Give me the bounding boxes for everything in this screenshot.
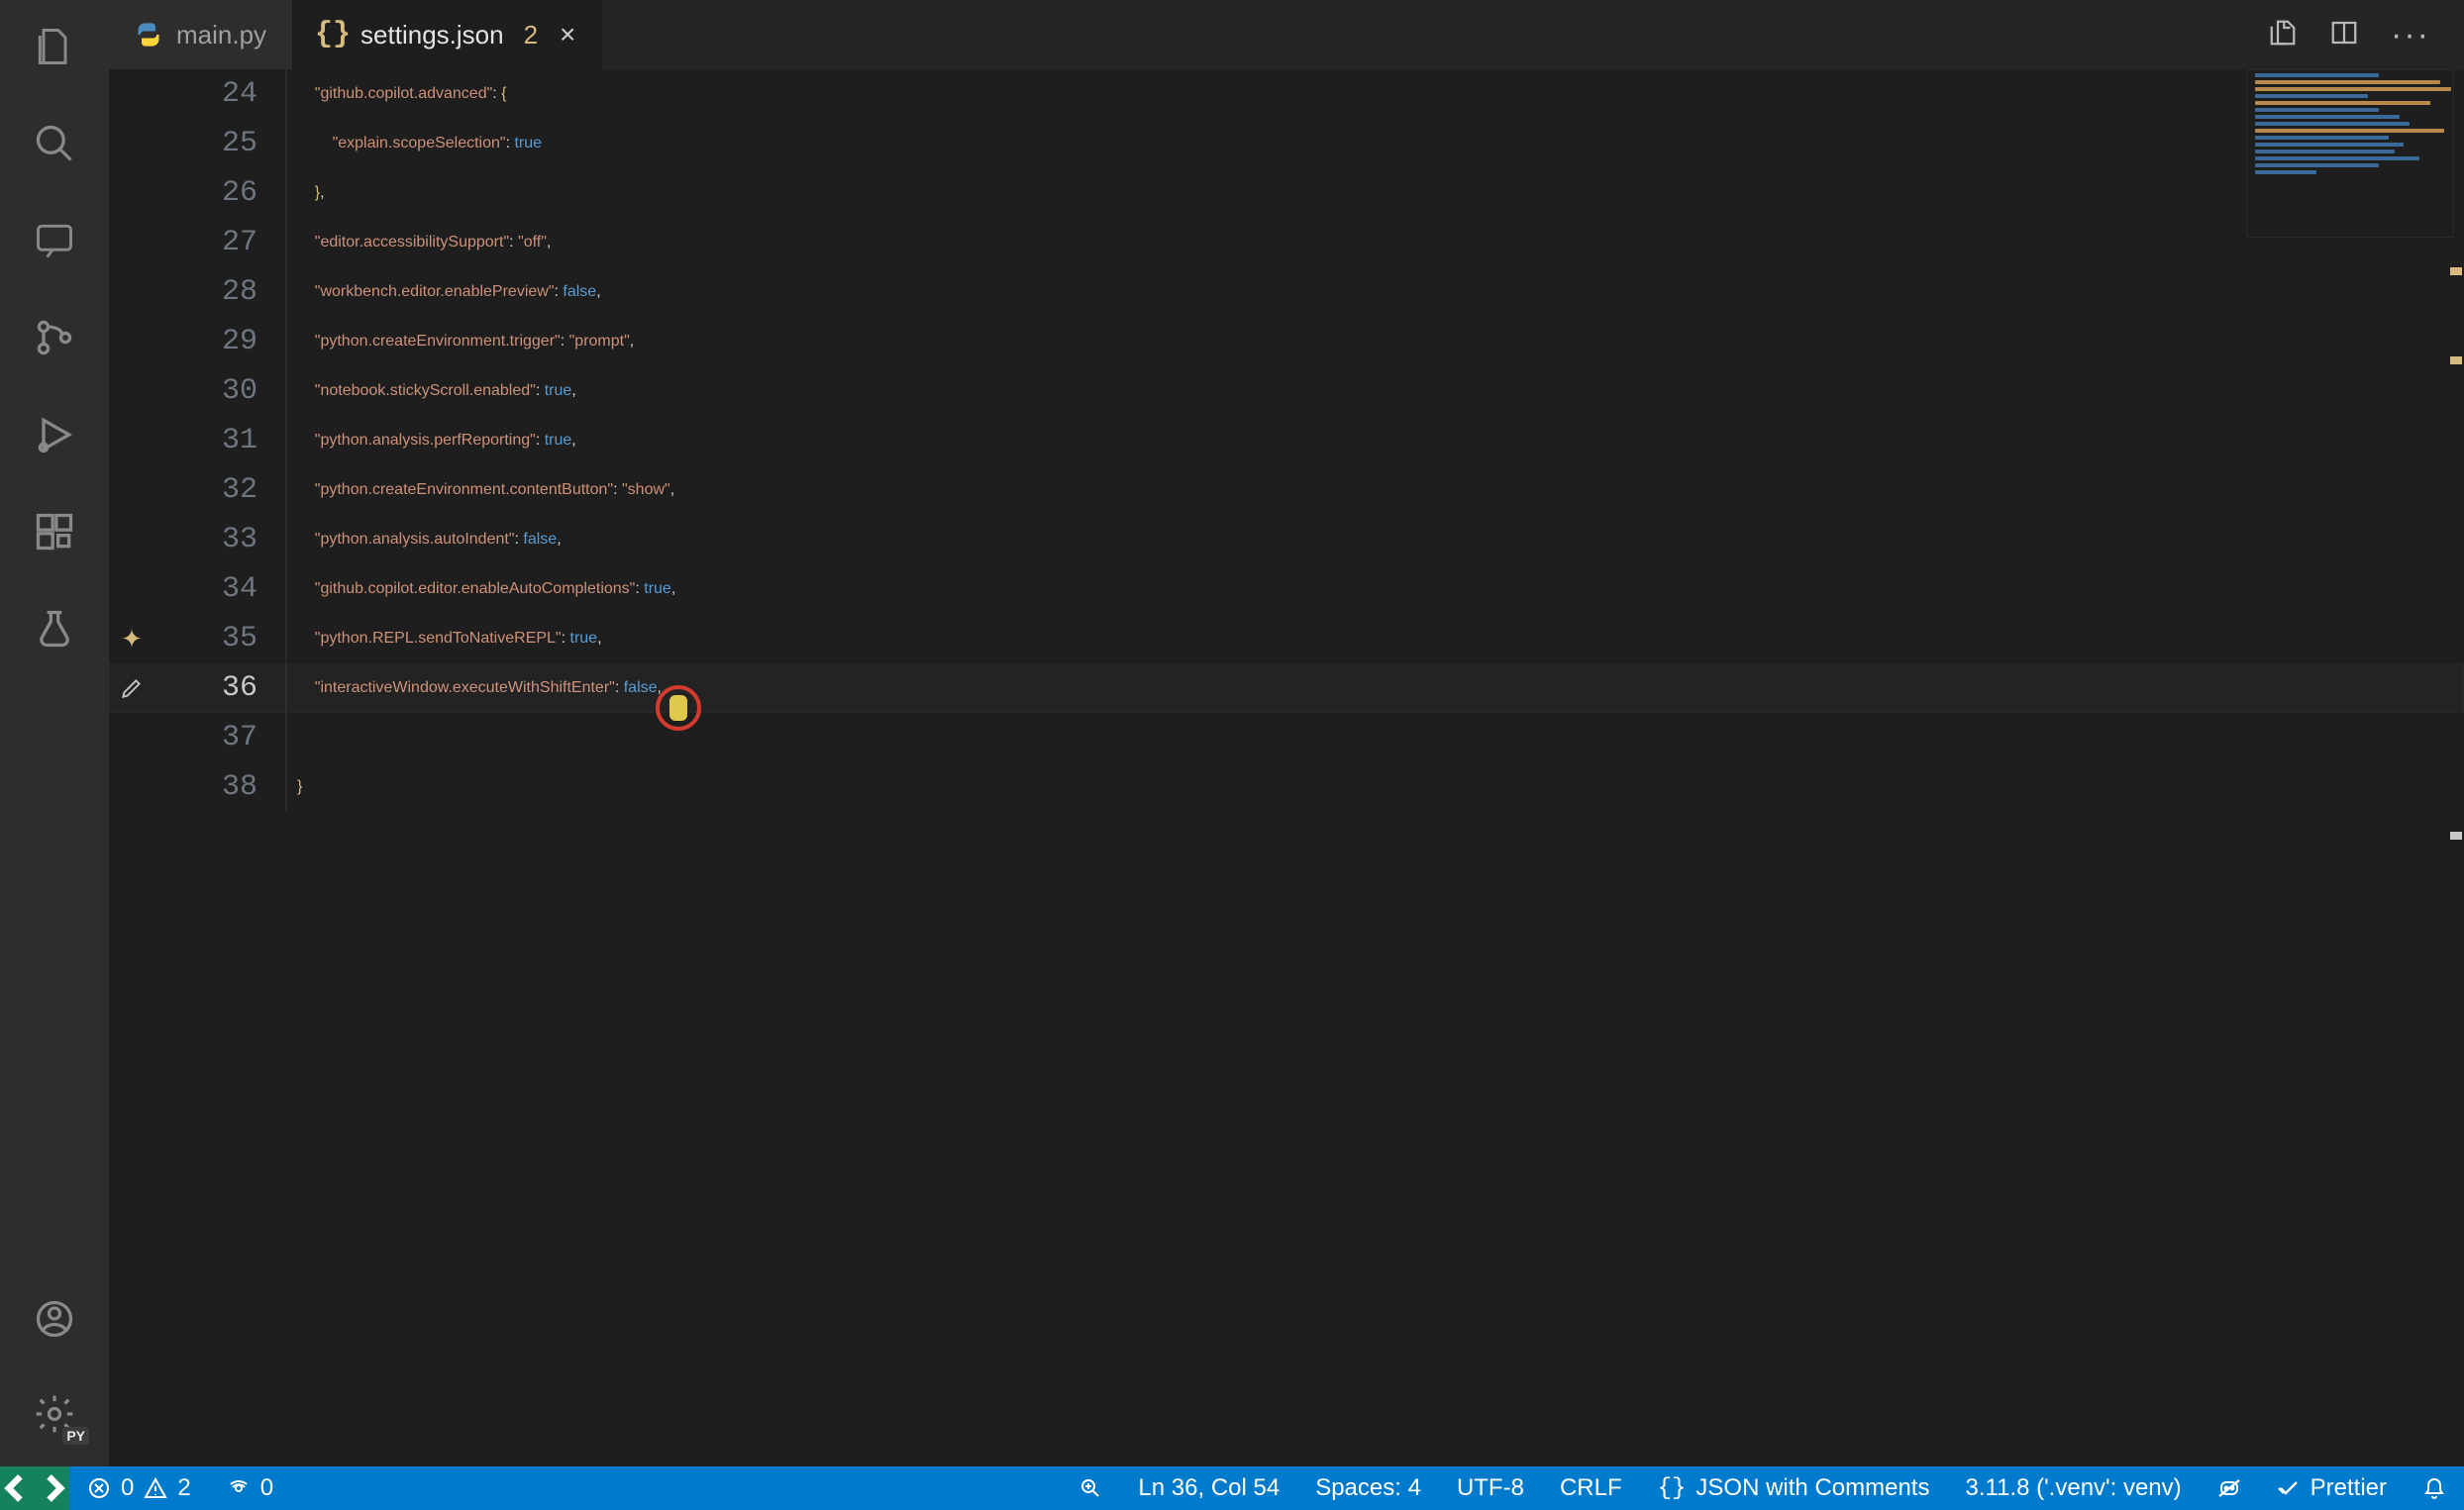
tab-settings-json[interactable]: {} settings.json 2 × [293,0,602,69]
code-line[interactable]: 33 "python.analysis.autoIndent": false, [109,515,2464,564]
code-text: "interactiveWindow.executeWithShiftEnter… [287,663,2464,713]
close-icon[interactable]: × [560,21,575,49]
split-editor-icon[interactable] [2329,18,2359,52]
activity-bar [0,0,109,1466]
tab-problems-badge: 2 [524,20,538,50]
tab-bar: main.py {} settings.json 2 × ··· [109,0,2464,69]
code-line[interactable]: 37 [109,713,2464,762]
sparkle-icon: ✦ [121,624,143,654]
indentation[interactable]: Spaces: 4 [1297,1466,1439,1510]
line-number: 26 [154,168,287,218]
code-line[interactable]: 31 "python.analysis.perfReporting": true… [109,416,2464,465]
python-interpreter[interactable]: 3.11.8 ('.venv': venv) [1947,1466,2199,1510]
code-text: "editor.accessibilitySupport": "off", [287,218,2464,267]
code-text: } [287,762,2464,812]
tab-label: main.py [176,20,266,50]
line-number: 38 [154,762,287,812]
notifications-button[interactable] [2405,1466,2464,1510]
python-file-icon [135,21,162,49]
line-number: 25 [154,119,287,168]
line-number: 36 [154,663,287,713]
edit-icon [119,675,145,701]
json-file-icon: {} [319,21,347,49]
code-text: "explain.scopeSelection": true [287,119,2464,168]
line-number: 33 [154,515,287,564]
code-text: "python.REPL.sendToNativeREPL": true, [287,614,2464,663]
code-text: "github.copilot.advanced": { [287,69,2464,119]
accounts-icon[interactable] [30,1294,79,1344]
explorer-icon[interactable] [30,22,79,71]
code-text: "python.createEnvironment.trigger": "pro… [287,317,2464,366]
source-control-icon[interactable] [30,313,79,362]
line-number: 24 [154,69,287,119]
code-text: "workbench.editor.enablePreview": false, [287,267,2464,317]
chat-icon[interactable] [30,216,79,265]
code-line[interactable]: 26 }, [109,168,2464,218]
line-number: 27 [154,218,287,267]
run-debug-icon[interactable] [30,410,79,459]
editor[interactable]: 24 "github.copilot.advanced": {25 "expla… [109,69,2464,1466]
remote-button[interactable] [0,1466,69,1510]
status-bar: 0 2 0 Ln 36, Col 54 Spaces: 4 UTF-8 CRLF… [0,1466,2464,1510]
code-text: "github.copilot.editor.enableAutoComplet… [287,564,2464,614]
line-number: 34 [154,564,287,614]
code-line[interactable]: 29 "python.createEnvironment.trigger": "… [109,317,2464,366]
tab-main-py[interactable]: main.py [109,0,293,69]
code-line[interactable]: 30 "notebook.stickyScroll.enabled": true… [109,366,2464,416]
compare-changes-icon[interactable] [2268,18,2298,52]
line-number: 31 [154,416,287,465]
code-line[interactable]: 25 "explain.scopeSelection": true [109,119,2464,168]
line-number: 37 [154,713,287,762]
code-line[interactable]: 36 "interactiveWindow.executeWithShiftEn… [109,663,2464,713]
code-line[interactable]: 27 "editor.accessibilitySupport": "off", [109,218,2464,267]
tab-label: settings.json [360,20,504,50]
ports-button[interactable]: 0 [209,1466,291,1510]
code-text: }, [287,168,2464,218]
testing-icon[interactable] [30,604,79,654]
overview-ruler[interactable] [2448,69,2464,1466]
settings-icon[interactable] [30,1389,79,1439]
minimap[interactable] [2246,69,2454,238]
code-line[interactable]: 38} [109,762,2464,812]
problems-button[interactable]: 0 2 [69,1466,209,1510]
code-line[interactable]: 32 "python.createEnvironment.contentButt… [109,465,2464,515]
search-icon[interactable] [30,119,79,168]
cursor-position[interactable]: Ln 36, Col 54 [1120,1466,1297,1510]
line-number: 30 [154,366,287,416]
line-number: 28 [154,267,287,317]
editor-title-actions: ··· [2268,0,2464,69]
code-text [287,713,2464,762]
code-text: "python.analysis.autoIndent": false, [287,515,2464,564]
line-number: 32 [154,465,287,515]
code-line[interactable]: ✦ 35 "python.REPL.sendToNativeREPL": true… [109,614,2464,663]
extensions-icon[interactable] [30,507,79,556]
copilot-status[interactable] [2200,1466,2259,1510]
encoding[interactable]: UTF-8 [1439,1466,1542,1510]
code-text: "notebook.stickyScroll.enabled": true, [287,366,2464,416]
more-icon[interactable]: ··· [2391,16,2430,54]
code-text: "python.analysis.perfReporting": true, [287,416,2464,465]
warnings-count: 2 [177,1474,190,1502]
zoom-button[interactable] [1061,1466,1120,1510]
formatter[interactable]: Prettier [2259,1466,2405,1510]
line-number: 35 [154,614,287,663]
ports-count: 0 [260,1474,273,1502]
code-line[interactable]: 24 "github.copilot.advanced": { [109,69,2464,119]
eol[interactable]: CRLF [1542,1466,1640,1510]
code-line[interactable]: 28 "workbench.editor.enablePreview": fal… [109,267,2464,317]
line-number: 29 [154,317,287,366]
code-text: "python.createEnvironment.contentButton"… [287,465,2464,515]
errors-count: 0 [121,1474,134,1502]
language-mode[interactable]: {} JSON with Comments [1640,1466,1948,1510]
code-line[interactable]: 34 "github.copilot.editor.enableAutoComp… [109,564,2464,614]
